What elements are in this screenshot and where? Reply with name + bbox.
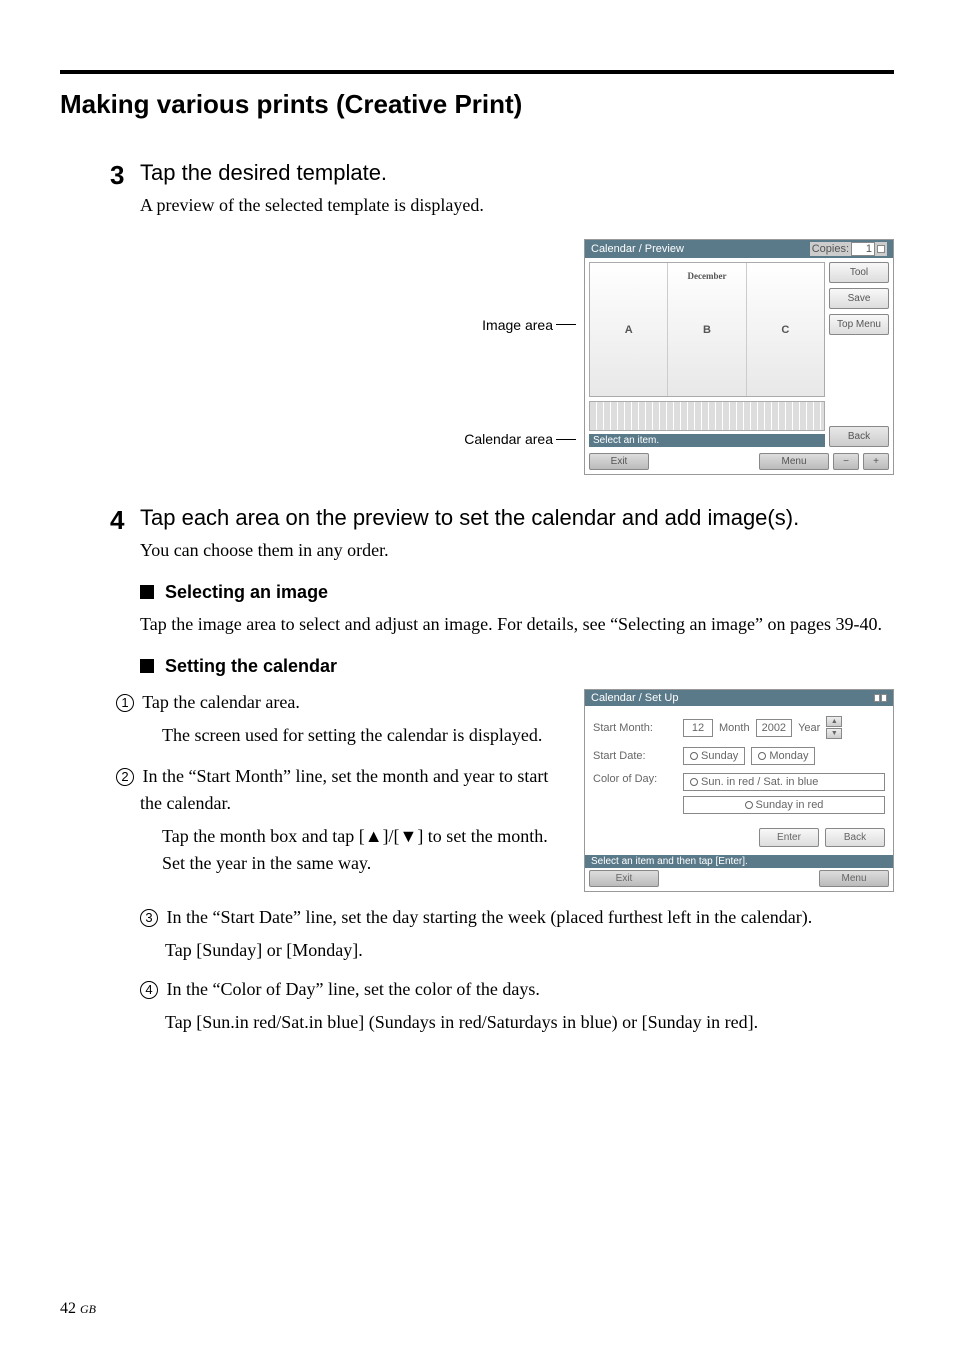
color-of-day-label: Color of Day: [593,773,677,785]
calendar-setup-window: Calendar / Set Up Start Month: 12 Month … [584,689,894,892]
setup-title: Calendar / Set Up [591,692,678,704]
page-title: Making various prints (Creative Print) [60,89,894,120]
back-button[interactable]: Back [829,426,889,447]
step-number-3: 3 [110,160,140,219]
circled-1-icon: 1 [116,694,134,712]
month-input[interactable]: 12 [683,719,713,737]
value-stepper: ▲ ▼ [826,716,842,739]
header-rule [60,70,894,74]
step3-heading: Tap the desired template. [140,160,894,186]
calendar-preview-window: Calendar / Preview Copies: 1 December A … [584,239,894,475]
square-bullet-icon [140,585,154,599]
step-4-item: 4 In the “Color of Day” line, set the co… [140,976,894,1003]
step-4-cont: Tap [Sun.in red/Sat.in blue] (Sundays in… [165,1009,894,1036]
callout-line-icon [556,324,576,325]
menu-button[interactable]: Menu [759,453,829,470]
circled-4-icon: 4 [140,981,158,999]
copies-label: Copies: [812,243,849,255]
plus-button[interactable]: + [863,453,889,470]
sunday-option[interactable]: Sunday [683,747,745,765]
step-3-item: 3 In the “Start Date” line, set the day … [140,904,894,931]
radio-icon [690,752,698,760]
step-3-cont: Tap [Sunday] or [Monday]. [165,937,894,964]
step-2-text: In the “Start Month” line, set the month… [140,766,548,813]
circled-2-icon: 2 [116,768,134,786]
radio-icon [745,801,753,809]
step4-text: You can choose them in any order. [140,537,894,564]
stepper-up-icon[interactable]: ▲ [826,716,842,727]
copies-indicator-icon [877,245,885,253]
radio-icon [758,752,766,760]
image-slot-b[interactable]: B [668,263,746,396]
square-bullet-icon [140,659,154,673]
step4-heading: Tap each area on the preview to set the … [140,505,894,531]
setting-calendar-heading: Setting the calendar [140,656,894,677]
preview-month-label: December [590,271,824,281]
step-4: 4 Tap each area on the preview to set th… [110,505,894,564]
monday-option[interactable]: Monday [751,747,815,765]
callout-calendar-area: Calendar area [464,431,553,447]
back-button[interactable]: Back [825,828,885,847]
color-option-1[interactable]: Sun. in red / Sat. in blue [683,773,885,791]
radio-icon [690,778,698,786]
step-3: 3 Tap the desired template. A preview of… [110,160,894,219]
calendar-area[interactable] [589,401,825,431]
tool-button[interactable]: Tool [829,262,889,283]
month-unit-label: Month [719,722,750,734]
image-area[interactable]: December A B C [589,262,825,397]
step-3-text: In the “Start Date” line, set the day st… [167,907,813,927]
save-button[interactable]: Save [829,288,889,309]
callout-line-icon [556,439,576,440]
exit-button[interactable]: Exit [589,870,659,887]
image-slot-c[interactable]: C [747,263,824,396]
page-number: 42 GB [60,1300,96,1318]
setup-indicator-icon [874,694,887,702]
preview-figure: Image area Calendar area Calendar / Prev… [60,239,894,475]
step-1-cont: The screen used for setting the calendar… [162,722,564,749]
selecting-image-section: Selecting an image Tap the image area to… [140,582,894,638]
step-2-cont: Tap the month box and tap [▲]/[▼] to set… [162,823,564,877]
minus-button[interactable]: − [833,453,859,470]
circled-3-icon: 3 [140,909,158,927]
step-number-4: 4 [110,505,140,564]
year-input[interactable]: 2002 [756,719,792,737]
step-4-text: In the “Color of Day” line, set the colo… [167,979,540,999]
callout-image-area: Image area [482,317,553,333]
selecting-image-heading: Selecting an image [140,582,894,603]
enter-button[interactable]: Enter [759,828,819,847]
setup-status-bar: Select an item and then tap [Enter]. [585,855,893,868]
step3-text: A preview of the selected template is di… [140,192,894,219]
preview-title: Calendar / Preview [591,243,684,255]
start-month-label: Start Month: [593,722,677,734]
image-slot-a[interactable]: A [590,263,668,396]
selecting-image-text: Tap the image area to select and adjust … [140,611,894,638]
year-unit-label: Year [798,722,820,734]
start-date-label: Start Date: [593,750,677,762]
status-bar: Select an item. [589,434,825,447]
stepper-down-icon[interactable]: ▼ [826,728,842,739]
setting-calendar-section: Setting the calendar [140,656,894,677]
copies-value: 1 [851,242,875,256]
color-option-2[interactable]: Sunday in red [683,796,885,814]
menu-button[interactable]: Menu [819,870,889,887]
exit-button[interactable]: Exit [589,453,649,470]
step-1-text: Tap the calendar area. [142,692,300,712]
top-menu-button[interactable]: Top Menu [829,314,889,335]
